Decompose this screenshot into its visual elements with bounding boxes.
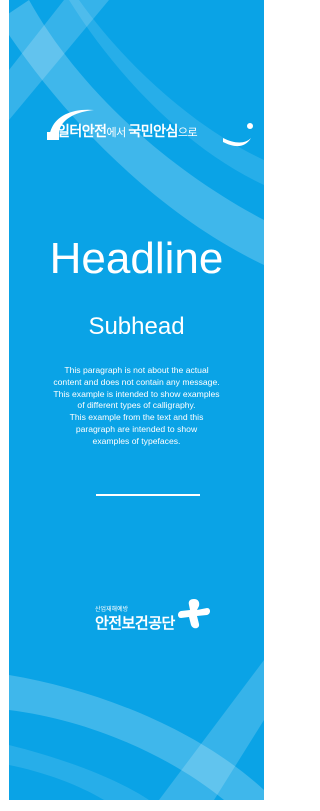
- paragraph-line: This example is intended to show example…: [53, 388, 220, 399]
- divider-rule: [96, 494, 200, 496]
- slogan-part-3: 국민안심: [128, 123, 178, 139]
- bottom-corner-arc: [9, 745, 149, 800]
- slogan: 일터안전에서 국민안심으로: [57, 121, 198, 141]
- paragraph-line: paragraph are intended to show: [75, 423, 198, 434]
- paragraph-line: of different types of calligraphy.: [77, 400, 196, 411]
- slogan-part-1: 일터안전: [57, 123, 107, 139]
- subhead: Subhead: [88, 313, 185, 340]
- slogan-part-2: 에서: [106, 127, 129, 139]
- paragraph-line: examples of typefaces.: [92, 435, 181, 446]
- paragraph-line: content and does not contain any message…: [53, 376, 220, 387]
- paragraph-line: This paragraph is not about the actual: [64, 365, 209, 375]
- slogan-part-4: 으로: [177, 127, 198, 139]
- slogan-dot: [247, 123, 253, 129]
- body-paragraph: This paragraph is not about the actual c…: [13, 365, 260, 448]
- kosha-cross-icon: [178, 599, 210, 629]
- headline: Headline: [49, 234, 224, 283]
- paragraph-line: This example from the text and this: [69, 412, 204, 423]
- banner: 일터안전에서 국민안심으로 Headline Subhead This para…: [9, 0, 264, 800]
- logo-name: 안전보건공단: [95, 615, 175, 632]
